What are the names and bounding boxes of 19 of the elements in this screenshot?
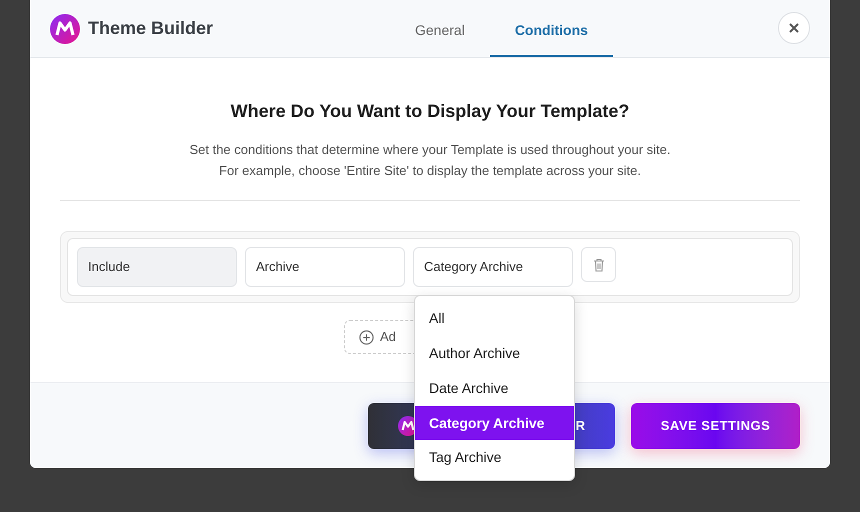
delete-button[interactable] [581, 247, 616, 282]
save-settings-button[interactable]: SAVE SETTINGS [631, 402, 800, 448]
subtype-select[interactable]: Category Archive [413, 247, 573, 287]
tab[interactable]: Conditions [490, 5, 613, 57]
include-select[interactable]: Include [77, 247, 237, 287]
description-text: For example, choose 'Entire Site' to display the template across your site. [219, 162, 641, 180]
dropdown-option[interactable]: Category Archive [415, 406, 574, 440]
tab[interactable]: General [390, 5, 490, 57]
plus-circle-icon [359, 330, 374, 344]
trash-icon [592, 258, 604, 272]
logo-icon [50, 14, 80, 44]
close-button[interactable] [778, 12, 810, 44]
dropdown-option[interactable]: Tag Archive [415, 440, 574, 475]
section-heading: Where Do You Want to Display Your Template? [230, 100, 630, 123]
dropdown-option[interactable]: Date Archive [415, 371, 574, 406]
window-title: Theme Builder [88, 17, 214, 40]
type-select[interactable]: Archive [245, 247, 405, 287]
description-text: Set the conditions that determine where your Template is used throughout your site. [189, 141, 671, 159]
close-icon [788, 22, 800, 34]
